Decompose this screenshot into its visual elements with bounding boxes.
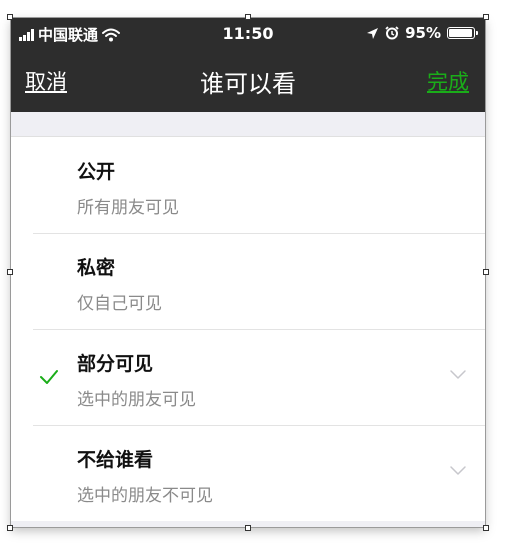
- option-title: 公开: [77, 161, 116, 183]
- option-subtitle: 所有朋友可见: [77, 198, 179, 218]
- resize-handle-middle-left[interactable]: [7, 269, 13, 275]
- section-gap: [11, 112, 485, 137]
- page-title: 谁可以看: [200, 70, 296, 98]
- option-title: 不给谁看: [77, 449, 154, 471]
- battery-fill: [449, 29, 472, 37]
- status-right: 95%: [366, 24, 478, 42]
- option-subtitle: 选中的朋友不可见: [77, 486, 213, 506]
- option-title: 私密: [77, 257, 116, 279]
- chevron-down-icon[interactable]: [449, 365, 467, 383]
- battery-icon: [447, 27, 478, 39]
- option-private[interactable]: 私密 仅自己可见: [11, 233, 485, 329]
- alarm-icon: [385, 26, 399, 40]
- battery-percent: 95%: [405, 24, 441, 42]
- resize-handle-top-center[interactable]: [245, 14, 251, 20]
- resize-handle-top-right[interactable]: [483, 14, 489, 20]
- phone-screen: 中国联通 11:50 95% 取消 谁可以看 完成 公开 所有朋友可见 私密 仅…: [11, 18, 485, 527]
- option-title: 部分可见: [77, 353, 154, 375]
- location-arrow-icon: [367, 27, 379, 39]
- navigation-bar: 取消 谁可以看 完成: [11, 48, 485, 112]
- resize-handle-bottom-right[interactable]: [483, 525, 489, 531]
- option-subtitle: 选中的朋友可见: [77, 390, 196, 410]
- visibility-options-list: 公开 所有朋友可见 私密 仅自己可见 部分可见 选中的朋友可见 不给谁看 选中的…: [11, 137, 485, 521]
- resize-handle-bottom-center[interactable]: [245, 525, 251, 531]
- done-button[interactable]: 完成: [427, 66, 469, 96]
- option-subtitle: 仅自己可见: [77, 294, 162, 314]
- resize-handle-top-left[interactable]: [7, 14, 13, 20]
- resize-handle-middle-right[interactable]: [483, 269, 489, 275]
- check-icon: [40, 370, 58, 384]
- screenshot-stage: 中国联通 11:50 95% 取消 谁可以看 完成 公开 所有朋友可见 私密 仅…: [0, 0, 506, 553]
- option-hide-from[interactable]: 不给谁看 选中的朋友不可见: [11, 425, 485, 521]
- resize-handle-bottom-left[interactable]: [7, 525, 13, 531]
- chevron-down-icon[interactable]: [449, 461, 467, 479]
- status-bar: 中国联通 11:50 95%: [11, 18, 485, 48]
- option-public[interactable]: 公开 所有朋友可见: [11, 137, 485, 233]
- option-partially-visible[interactable]: 部分可见 选中的朋友可见: [11, 329, 485, 425]
